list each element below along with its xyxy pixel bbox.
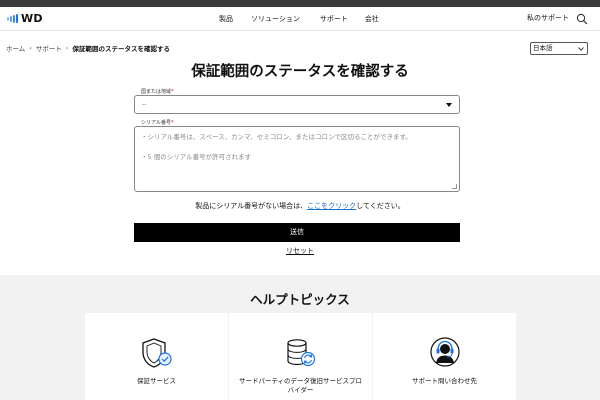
serial-placeholder-line-2: ・5 個のシリアル番号が許可されます xyxy=(141,153,252,161)
chevron-right-icon: › xyxy=(65,44,69,52)
country-label: 国または地域* xyxy=(141,89,174,95)
breadcrumb-support[interactable]: サポート xyxy=(36,43,62,53)
nav-item-company[interactable]: 会社 xyxy=(365,7,379,31)
serial-number-textarea[interactable]: ・シリアル番号は、スペース、カンマ、セミコロン、またはコロンで区切ることができま… xyxy=(134,126,460,192)
serial-label: シリアル番号* xyxy=(141,120,174,126)
site-header: WD 製品 ソリューション サポート 会社 私のサポート xyxy=(0,7,600,31)
shield-check-icon xyxy=(141,338,172,368)
wd-logo[interactable]: WD xyxy=(7,12,43,25)
help-card-label: サードパーティのデータ復旧サービスプロバイダー xyxy=(238,377,363,394)
help-card-warranty[interactable]: 保証サービス xyxy=(85,313,228,400)
nav-item-support[interactable]: サポート xyxy=(320,7,348,31)
country-value: -- xyxy=(142,101,147,108)
help-card-contact-support[interactable]: サポート問い合わせ先 xyxy=(373,313,516,400)
search-icon[interactable] xyxy=(576,13,588,25)
submit-button[interactable]: 送信 xyxy=(134,223,460,242)
my-support-link[interactable]: 私のサポート xyxy=(527,7,569,29)
chevron-right-icon: › xyxy=(29,44,32,52)
top-bar xyxy=(0,0,600,7)
headset-agent-icon xyxy=(429,337,460,367)
page-title: 保証範囲のステータスを確認する xyxy=(191,64,409,80)
help-card-data-recovery[interactable]: サードパーティのデータ復旧サービスプロバイダー xyxy=(229,313,372,400)
no-serial-note: 製品にシリアル番号がない場合は、ここをクリックしてください。 xyxy=(195,202,405,210)
reset-link[interactable]: リセット xyxy=(0,246,600,256)
breadcrumb-current: 保証範囲のステータスを確認する xyxy=(72,45,171,53)
chevron-down-icon xyxy=(578,47,584,51)
caret-down-icon xyxy=(446,103,452,107)
help-topics-section: ヘルプトピックス 保証サービス サードパーティのデータ復旧サービスプロバイダー xyxy=(0,275,600,400)
language-select[interactable]: 日本語 xyxy=(530,42,588,55)
resize-handle-icon[interactable] xyxy=(452,184,457,189)
help-topics-title: ヘルプトピックス xyxy=(250,292,350,307)
nav-item-products[interactable]: 製品 xyxy=(219,7,233,31)
logo-text: WD xyxy=(21,12,43,25)
main-nav: 製品 ソリューション サポート 会社 xyxy=(205,7,379,31)
serial-placeholder-line-1: ・シリアル番号は、スペース、カンマ、セミコロン、またはコロンで区切ることができま… xyxy=(141,133,412,141)
breadcrumb-home[interactable]: ホーム xyxy=(6,43,25,53)
logo-mark-icon xyxy=(7,14,18,23)
help-card-label: サポート問い合わせ先 xyxy=(412,377,477,385)
breadcrumb: ホーム › サポート › 保証範囲のステータスを確認する xyxy=(6,43,170,53)
help-card-label: 保証サービス xyxy=(137,377,176,385)
language-selected: 日本語 xyxy=(533,44,553,52)
click-here-link[interactable]: ここをクリック xyxy=(307,202,356,210)
database-sync-icon xyxy=(286,339,315,367)
country-select[interactable]: -- xyxy=(134,95,460,114)
nav-item-solutions[interactable]: ソリューション xyxy=(251,7,300,31)
